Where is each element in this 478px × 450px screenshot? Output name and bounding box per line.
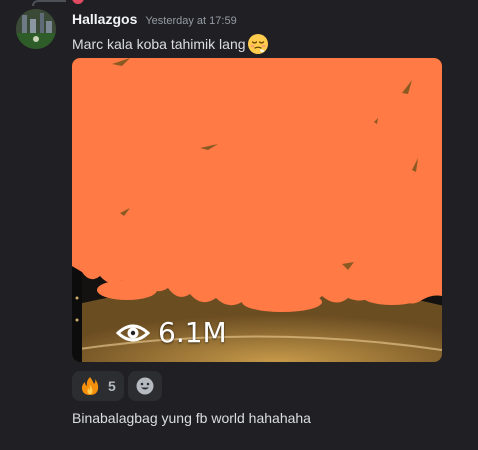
fire-icon [81, 377, 99, 395]
avatar-image [16, 9, 56, 49]
chat-message-area: Hallazgos Yesterday at 17:59 Marc kala k… [0, 0, 478, 450]
video-embed[interactable]: 6.1M [72, 58, 442, 362]
reply-avatar [72, 0, 84, 4]
view-count: 6.1M [116, 316, 227, 349]
reply-reference[interactable] [32, 0, 472, 6]
add-reaction-button[interactable] [127, 371, 162, 401]
avatar[interactable] [16, 9, 56, 49]
reactions-bar: 5 [72, 371, 162, 401]
next-message-content: Binabalagbag yung fb world hahahaha [72, 410, 311, 426]
eye-icon [116, 324, 150, 341]
message-content: Marc kala koba tahimik lang [72, 33, 269, 55]
message-header: Hallazgos Yesterday at 17:59 [72, 11, 237, 29]
smiley-icon [136, 377, 154, 395]
reaction-count: 5 [108, 378, 116, 394]
reply-spine [32, 0, 66, 6]
timestamp[interactable]: Yesterday at 17:59 [145, 15, 236, 27]
reaction-fire[interactable]: 5 [72, 371, 124, 401]
view-count-text: 6.1M [158, 316, 227, 349]
relieved-face-icon[interactable] [247, 33, 269, 55]
username[interactable]: Hallazgos [72, 11, 137, 27]
message-text: Marc kala koba tahimik lang [72, 36, 246, 52]
